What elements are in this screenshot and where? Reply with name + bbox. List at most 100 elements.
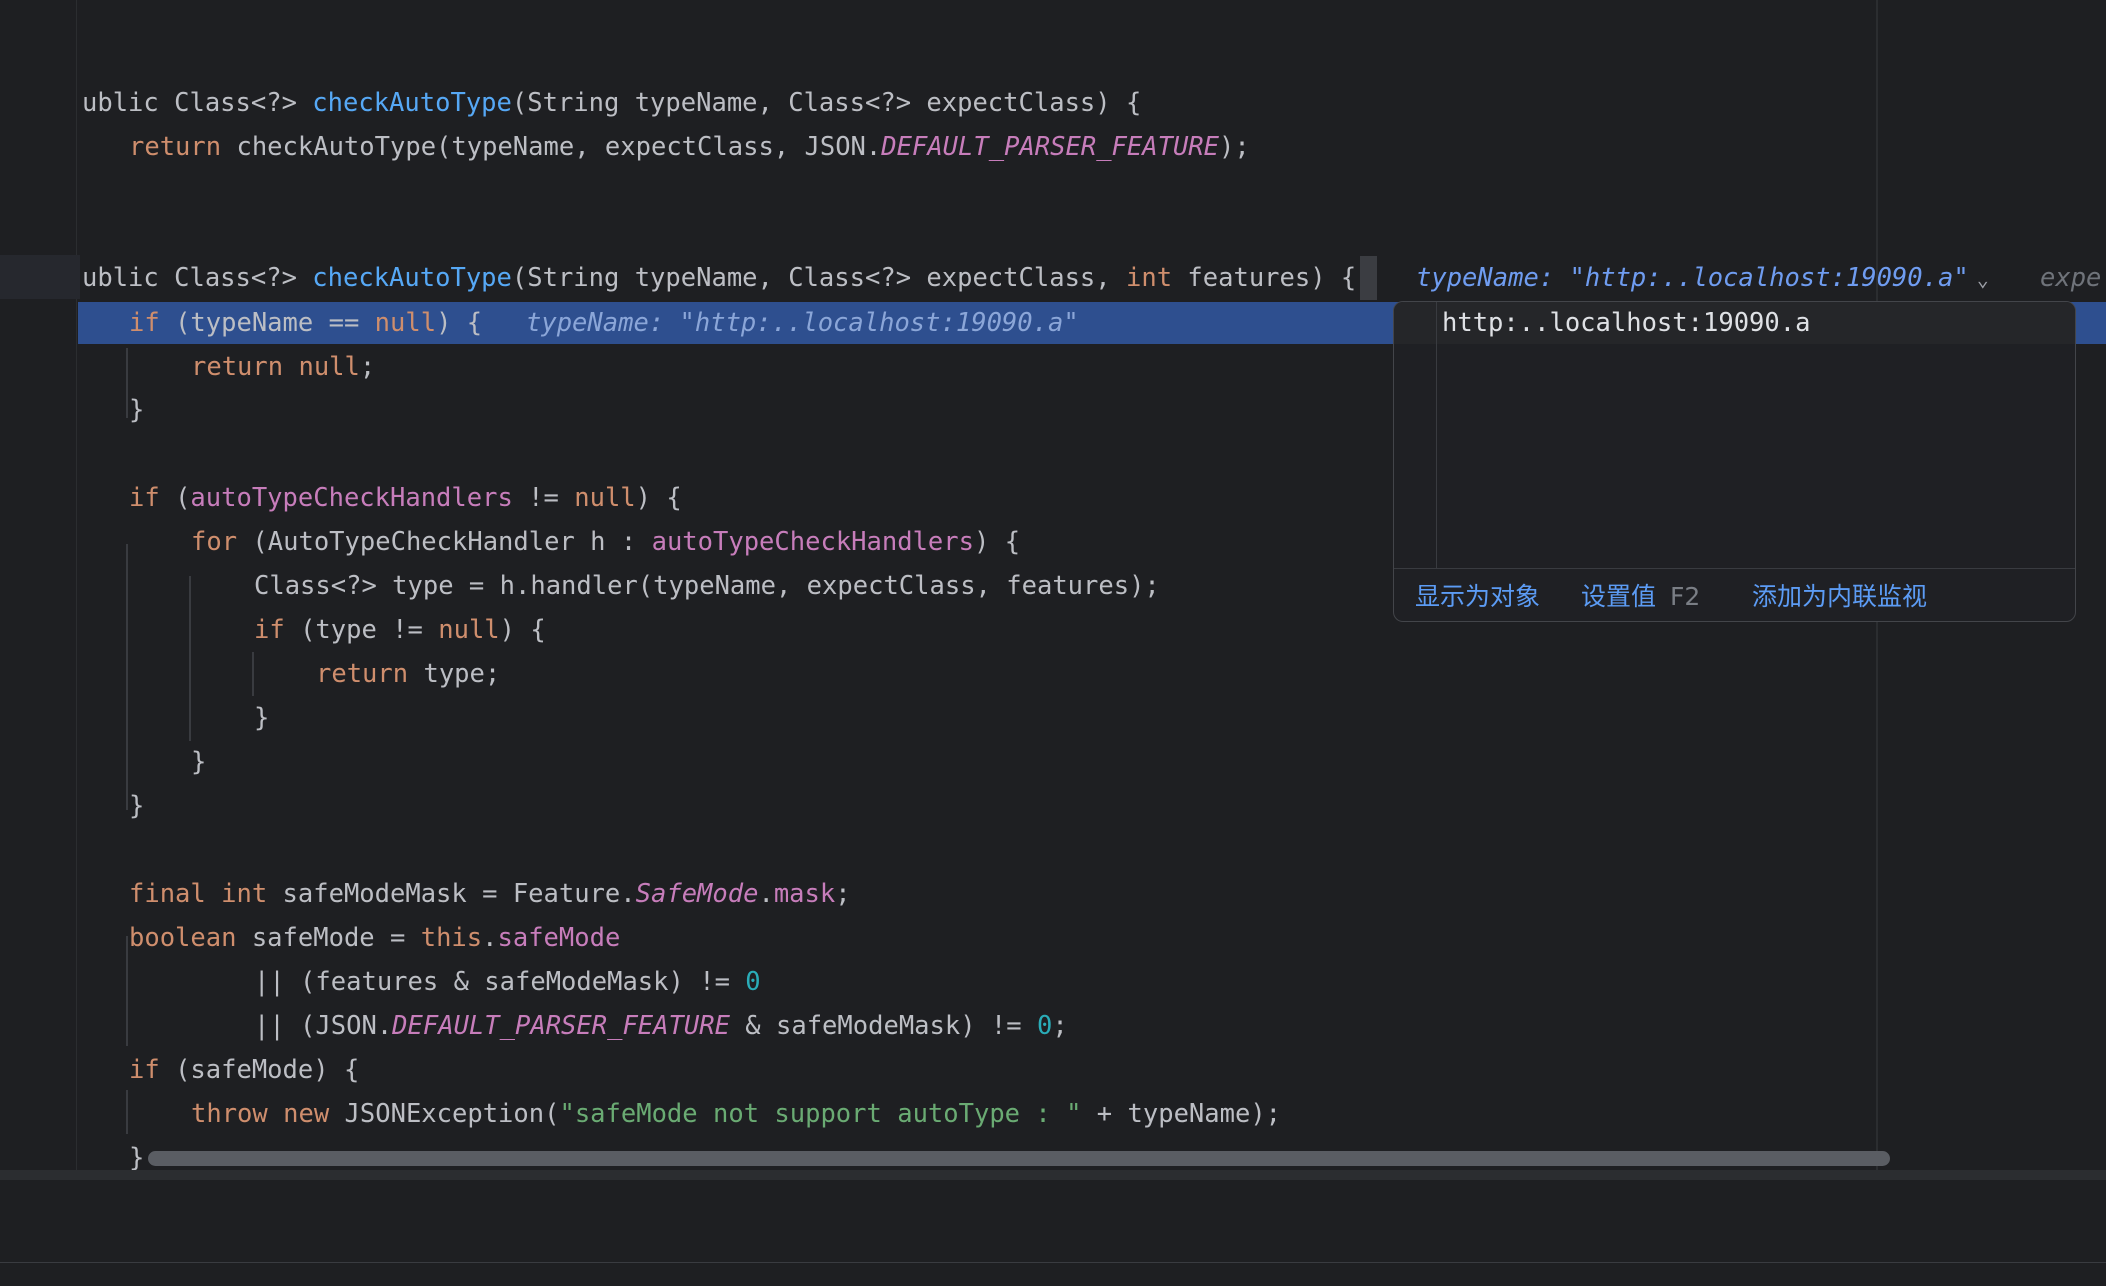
inline-value-hint-expandable[interactable]: typeName: "http:..localhost:19090.a" ⌄	[1416, 256, 1989, 300]
code-token: DEFAULT_PARSER_FEATURE	[392, 1011, 730, 1041]
code-line[interactable]: Class<?> type = h.handler(typeName, expe…	[254, 564, 1160, 608]
set-value-link[interactable]: 设置值 F2	[1581, 572, 1701, 621]
code-token: .	[482, 923, 498, 953]
indent-guide	[126, 936, 128, 1046]
code-token: (AutoTypeCheckHandler h :	[252, 527, 652, 557]
code-editor[interactable]: ublic Class<?> checkAutoType (String type…	[0, 0, 2106, 1170]
code-token: checkAutoType(typeName, expectClass, JSO…	[236, 132, 882, 162]
code-token: safeMode	[497, 923, 621, 953]
indent-guide	[126, 544, 128, 810]
indent-guide	[189, 576, 191, 741]
code-line[interactable]: if (safeMode) {	[129, 1048, 359, 1092]
set-value-shortcut: F2	[1670, 582, 1701, 611]
inline-value-hint-next: expe	[2040, 263, 2102, 293]
code-token: (	[175, 483, 191, 513]
code-token: return	[316, 659, 424, 689]
code-line[interactable]: }	[129, 1136, 144, 1170]
chevron-down-icon[interactable]: ⌄	[1977, 267, 1989, 291]
inline-value-hint: typeName: "http:..localhost:19090.a"	[526, 308, 1079, 338]
code-token: throw new	[191, 1099, 345, 1129]
gutter-divider	[76, 0, 77, 1170]
code-token: null	[438, 615, 500, 645]
code-token: }	[129, 395, 145, 425]
code-line[interactable]: || (JSON.DEFAULT_PARSER_FEATURE & safeMo…	[254, 1004, 1068, 1048]
code-token: ublic	[82, 263, 175, 293]
code-token: null	[298, 352, 360, 382]
code-token: || (JSON.	[254, 1011, 393, 1041]
code-line[interactable]: return checkAutoType(typeName, expectCla…	[129, 125, 1250, 169]
code-token: }	[129, 791, 145, 821]
code-token: + typeName);	[1081, 1099, 1282, 1129]
code-line[interactable]: }	[254, 696, 269, 740]
panel-separator	[0, 1262, 2106, 1263]
bottom-panel	[0, 1180, 2106, 1286]
code-line[interactable]: }	[129, 388, 144, 432]
panel-divider[interactable]	[0, 1170, 2106, 1180]
code-line[interactable]: if (type != null) {	[254, 608, 546, 652]
code-line[interactable]: || (features & safeModeMask) != 0	[254, 960, 761, 1004]
code-token: Class<?>	[174, 263, 313, 293]
variable-value-text[interactable]: http:..localhost:19090.a	[1442, 302, 1810, 344]
code-token: ) {	[436, 308, 483, 338]
code-token: }	[254, 703, 270, 733]
code-token: null	[374, 308, 437, 338]
code-line[interactable]: throw new JSONException("safeMode not su…	[191, 1092, 1281, 1136]
code-line[interactable]: return type;	[316, 652, 500, 696]
code-token: mask	[773, 879, 836, 909]
code-line[interactable]: if (autoTypeCheckHandlers != null) {	[129, 476, 682, 520]
matched-brace-highlight	[1360, 256, 1377, 300]
popup-footer-divider	[1394, 568, 2075, 569]
code-token: if	[129, 483, 176, 513]
indent-guide	[252, 652, 254, 696]
code-token: return	[129, 132, 237, 162]
code-token: boolean	[129, 923, 252, 953]
code-token: "safeMode not support autoType : "	[559, 1099, 1082, 1129]
code-token: null	[574, 483, 636, 513]
code-line[interactable]: }	[191, 740, 206, 784]
code-token: return	[191, 352, 299, 382]
code-token: }	[191, 747, 207, 777]
code-token: (safeMode) {	[175, 1055, 360, 1085]
variable-value-popup[interactable]: http:..localhost:19090.a 显示为对象 设置值 F2 添加为…	[1393, 301, 2076, 622]
inline-value-text: typeName: "http:..localhost:19090.a"	[1416, 263, 1969, 293]
code-token: final int	[129, 879, 283, 909]
code-line[interactable]: return null;	[191, 345, 375, 389]
code-token: checkAutoType	[312, 88, 512, 118]
code-token: ;	[835, 879, 851, 909]
code-token: ) {	[974, 527, 1021, 557]
horizontal-scrollbar[interactable]	[148, 1151, 1890, 1166]
current-line-gutter	[0, 255, 80, 299]
code-token: DEFAULT_PARSER_FEATURE	[881, 132, 1220, 162]
indent-guide	[126, 1090, 128, 1134]
code-token: (String typeName, Class<?> expectClass,	[511, 263, 1126, 293]
show-as-object-link[interactable]: 显示为对象	[1415, 572, 1540, 621]
code-line[interactable]: ublic Class<?> checkAutoType(String type…	[82, 81, 1141, 125]
code-line[interactable]: final int safeModeMask = Feature.SafeMod…	[129, 872, 851, 916]
popup-gutter-divider	[1436, 302, 1437, 568]
code-token: if	[129, 308, 176, 338]
code-token: }	[129, 1143, 145, 1170]
code-token: autoTypeCheckHandlers	[651, 527, 974, 557]
code-line[interactable]: for (AutoTypeCheckHandler h : autoTypeCh…	[191, 520, 1020, 564]
code-token: if	[254, 615, 301, 645]
code-line[interactable]: if (typeName == null) {	[129, 301, 482, 345]
code-token: ublic	[82, 88, 175, 118]
code-token: type;	[423, 659, 501, 689]
code-token: features) {	[1187, 263, 1357, 293]
add-inline-watch-link[interactable]: 添加为内联监视	[1752, 572, 1927, 621]
code-token: this	[420, 923, 483, 953]
code-token: (typeName ==	[175, 308, 375, 338]
code-line[interactable]: }	[129, 784, 144, 828]
code-token: ) {	[499, 615, 546, 645]
code-token: autoTypeCheckHandlers	[190, 483, 513, 513]
code-token: ) {	[635, 483, 682, 513]
code-token: 0	[745, 967, 761, 997]
code-token: for	[191, 527, 253, 557]
code-line[interactable]: boolean safeMode = this.safeMode	[129, 916, 620, 960]
code-token: Class<?>	[174, 88, 313, 118]
code-token: int	[1125, 263, 1188, 293]
code-token: safeModeMask = Feature.	[282, 879, 636, 909]
code-token: & safeModeMask) !=	[729, 1011, 1037, 1041]
code-line[interactable]: ublic Class<?> checkAutoType(String type…	[82, 256, 1356, 300]
code-token: safeMode =	[251, 923, 421, 953]
